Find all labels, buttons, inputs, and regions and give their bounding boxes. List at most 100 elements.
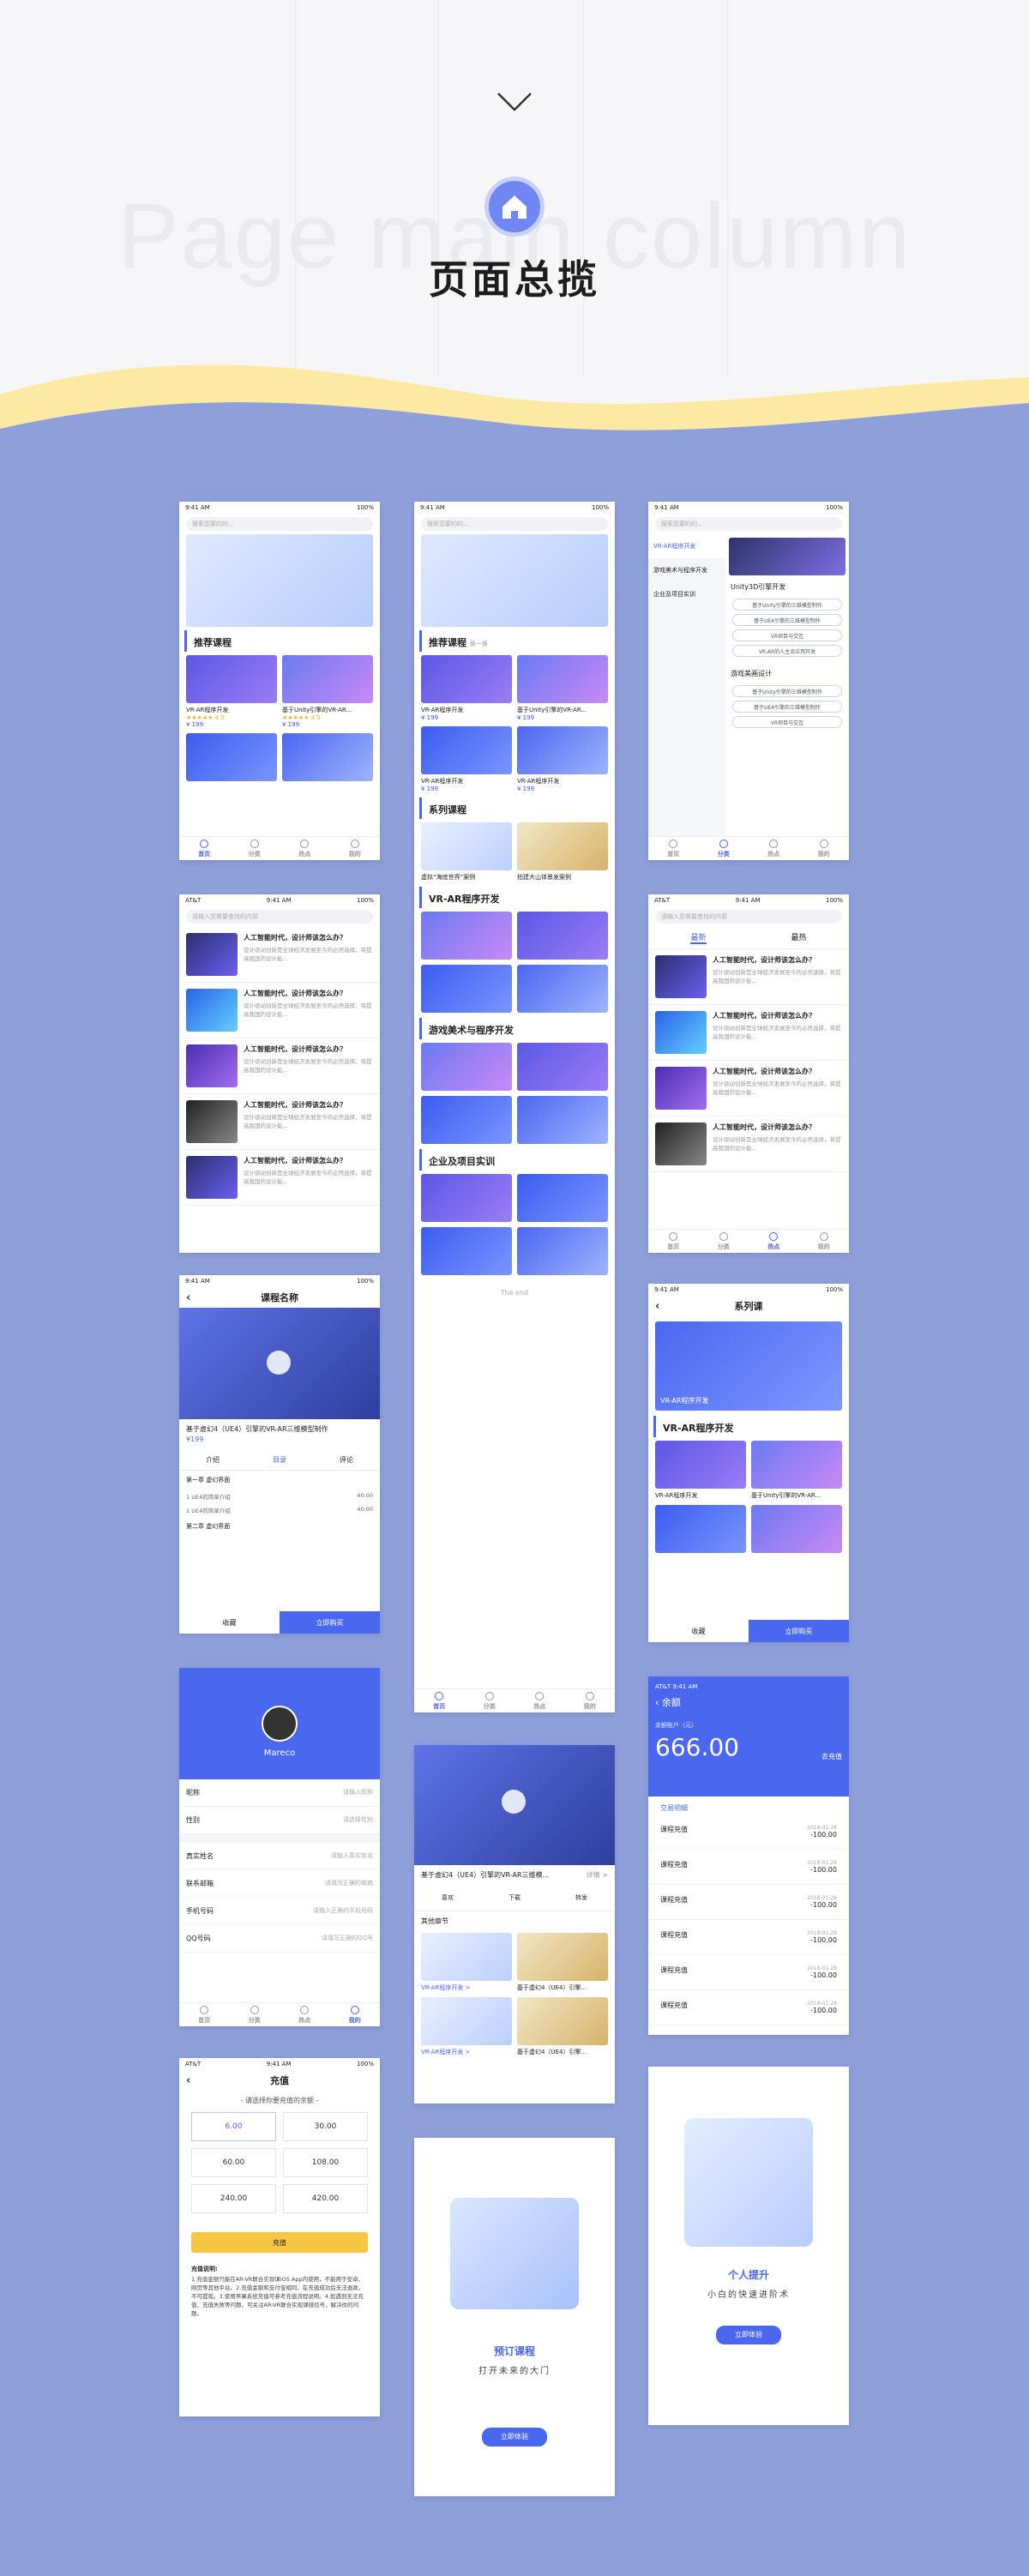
menu-item[interactable]: VR-AR程序开发 — [648, 534, 725, 558]
chip[interactable]: 基于UE4引擎的三维模型制作 — [732, 614, 842, 626]
chapter-card[interactable]: VR-AR程序开发 > — [421, 1997, 512, 2056]
chevron-down-icon[interactable] — [496, 91, 533, 113]
profile-row[interactable]: 昵称 请输入昵称 — [179, 1779, 380, 1807]
tab-hot[interactable]: 热点 — [298, 2005, 310, 2025]
tab-hot[interactable]: 热点 — [767, 839, 779, 858]
tab-home[interactable]: 首页 — [667, 839, 679, 858]
profile-row[interactable]: 性别 请选择性别 — [179, 1807, 380, 1834]
charge-button[interactable]: 充值 — [191, 2232, 368, 2253]
chip[interactable]: 基于Unity引擎的三维模型制作 — [732, 685, 842, 697]
play-icon[interactable] — [502, 1790, 526, 1814]
course-card[interactable]: 基于Unity引擎的VR-AR... ★★★★★ 4.5 ¥ 199 — [282, 655, 373, 728]
buy-button[interactable]: 立即购买 — [749, 1620, 849, 1642]
course-card[interactable] — [421, 1096, 512, 1144]
series-banner[interactable]: VR-AR程序开发 — [655, 1321, 842, 1411]
chip[interactable]: 基于Unity引擎的三维模型制作 — [732, 599, 842, 611]
share-button[interactable]: 转发 — [575, 1893, 587, 1902]
tab-me[interactable]: 我的 — [349, 839, 361, 858]
favorite-button[interactable]: 收藏 — [179, 1611, 280, 1634]
chapter-card[interactable]: 基于虚幻4（UE4）引擎... — [517, 1933, 608, 1992]
menu-item[interactable]: 游戏美术与程序开发 — [648, 558, 725, 582]
course-card[interactable] — [517, 912, 608, 960]
list-item[interactable]: 人工智能时代，设计师该怎么办？ 设计驱动创新是全球经济发展至今的必然选择，将提高我… — [179, 1038, 380, 1094]
profile-row[interactable]: QQ号码 请填写正确的QQ号 — [179, 1925, 380, 1953]
tab-hottest[interactable]: 最热 — [791, 931, 806, 944]
chip[interactable]: VR项目与交互 — [732, 629, 842, 641]
tab-hot[interactable]: 热点 — [298, 839, 310, 858]
video-player[interactable] — [414, 1745, 615, 1865]
course-card[interactable]: VR-AR程序开发 ¥ 199 — [421, 655, 512, 721]
course-card[interactable] — [751, 1505, 842, 1553]
transaction-row[interactable]: 课程充值 2018-01-28 -100.00 — [648, 1920, 849, 1955]
profile-row[interactable]: 真实姓名 请输入真实姓名 — [179, 1843, 380, 1870]
tab-me[interactable]: 我的 — [818, 1231, 830, 1251]
tab-me[interactable]: 我的 — [818, 839, 830, 858]
search-input[interactable]: 搜索您要的的... — [421, 517, 608, 531]
chip[interactable]: VR-AR的人主流应用开发 — [732, 645, 842, 657]
lesson-item[interactable]: 1 UE4的简单介绍 40:00 — [179, 1503, 380, 1517]
transaction-row[interactable]: 课程充值 2018-01-28 -100.00 — [648, 1850, 849, 1885]
back-icon[interactable]: ‹ — [655, 1300, 659, 1313]
tab-home[interactable]: 首页 — [667, 1231, 679, 1251]
search-input[interactable]: 搜索您要的的... — [655, 517, 842, 531]
course-card[interactable]: 基于Unity引擎的VR-AR... — [751, 1441, 842, 1500]
amount-option[interactable]: 108.00 — [283, 2148, 368, 2177]
back-icon[interactable]: ‹ — [186, 2074, 190, 2087]
tab-category[interactable]: 分类 — [249, 2005, 261, 2025]
tab-category[interactable]: 分类 — [718, 839, 730, 858]
lesson-item[interactable]: 1 UE4的简单介绍 40:00 — [179, 1490, 380, 1503]
start-button[interactable]: 立即体验 — [482, 2428, 547, 2447]
amount-option[interactable]: 30.00 — [283, 2112, 368, 2141]
amount-option[interactable]: 6.00 — [191, 2112, 276, 2141]
course-card[interactable] — [186, 733, 277, 781]
course-card[interactable] — [421, 965, 512, 1013]
like-button[interactable]: 喜欢 — [442, 1893, 454, 1902]
tab-hot[interactable]: 热点 — [767, 1231, 779, 1251]
chapter-card[interactable]: VR-AR程序开发 > — [421, 1933, 512, 1992]
details-link[interactable]: 详情 > — [587, 1870, 608, 1880]
chip[interactable]: 基于UE4引擎的三维模型制作 — [732, 701, 842, 713]
list-item[interactable]: 人工智能时代，设计师该怎么办？ 设计驱动创新是全球经济发展至今的必然选择，将提高我… — [648, 1061, 849, 1116]
banner-image[interactable] — [421, 534, 608, 627]
course-card[interactable] — [517, 1174, 608, 1222]
tab-home[interactable]: 首页 — [198, 839, 210, 858]
list-item[interactable]: 人工智能时代，设计师该怎么办？ 设计驱动创新是全球经济发展至今的必然选择，将提高我… — [648, 949, 849, 1005]
chip[interactable]: VR项目与交互 — [732, 716, 842, 728]
video-player[interactable] — [179, 1308, 380, 1419]
start-button[interactable]: 立即体验 — [716, 2326, 781, 2344]
back-icon[interactable]: ‹ — [186, 1291, 190, 1304]
transaction-row[interactable]: 课程充值 2018-01-28 -100.00 — [648, 1885, 849, 1920]
banner-image[interactable] — [186, 534, 373, 627]
amount-option[interactable]: 240.00 — [191, 2184, 276, 2213]
profile-row[interactable]: 联系邮箱 请填写正确的邮箱 — [179, 1870, 380, 1898]
list-item[interactable]: 人工智能时代，设计师该怎么办？ 设计驱动创新是全球经济发展至今的必然选择，将提高我… — [179, 1150, 380, 1206]
tab-me[interactable]: 我的 — [584, 1691, 596, 1711]
course-card[interactable] — [517, 965, 608, 1013]
chapter-card[interactable]: 基于虚幻4（UE4）引擎... — [517, 1997, 608, 2056]
tab-home[interactable]: 首页 — [433, 1691, 445, 1711]
tab-me[interactable]: 我的 — [349, 2005, 361, 2025]
course-card[interactable]: 基于Unity引擎的VR-AR... ¥ 199 — [517, 655, 608, 721]
series-card[interactable]: 拍建大山体景发案例 — [517, 822, 608, 882]
course-card[interactable] — [421, 1043, 512, 1091]
list-item[interactable]: 人工智能时代，设计师该怎么办？ 设计驱动创新是全球经济发展至今的必然选择，将提高我… — [648, 1116, 849, 1172]
tab-category[interactable]: 分类 — [484, 1691, 496, 1711]
search-input[interactable]: 请输入您需要查找的内容 — [655, 910, 842, 924]
search-input[interactable]: 请输入您需要查找的内容 — [186, 910, 373, 924]
course-card[interactable] — [421, 1174, 512, 1222]
transaction-row[interactable]: 课程充值 2018-01-28 -100.00 — [648, 1815, 849, 1850]
favorite-button[interactable]: 收藏 — [648, 1620, 749, 1642]
download-button[interactable]: 下载 — [508, 1893, 521, 1902]
transaction-row[interactable]: 课程充值 2018-01-28 -100.00 — [648, 1990, 849, 2025]
list-item[interactable]: 人工智能时代，设计师该怎么办？ 设计驱动创新是全球经济发展至今的必然选择，将提高我… — [179, 1094, 380, 1150]
list-item[interactable]: 人工智能时代，设计师该怎么办？ 设计驱动创新是全球经济发展至今的必然选择，将提高我… — [179, 983, 380, 1038]
course-card[interactable] — [421, 1227, 512, 1275]
tab-category[interactable]: 分类 — [718, 1231, 730, 1251]
course-card[interactable] — [282, 733, 373, 781]
menu-item[interactable]: 企业及项目实训 — [648, 582, 725, 606]
course-card[interactable]: VR-AR程序开发 ¥ 199 — [421, 726, 512, 792]
category-banner[interactable] — [729, 538, 845, 575]
course-card[interactable] — [517, 1227, 608, 1275]
transaction-row[interactable]: 课程充值 2018-01-28 -100.00 — [648, 1955, 849, 1990]
course-card[interactable] — [517, 1043, 608, 1091]
